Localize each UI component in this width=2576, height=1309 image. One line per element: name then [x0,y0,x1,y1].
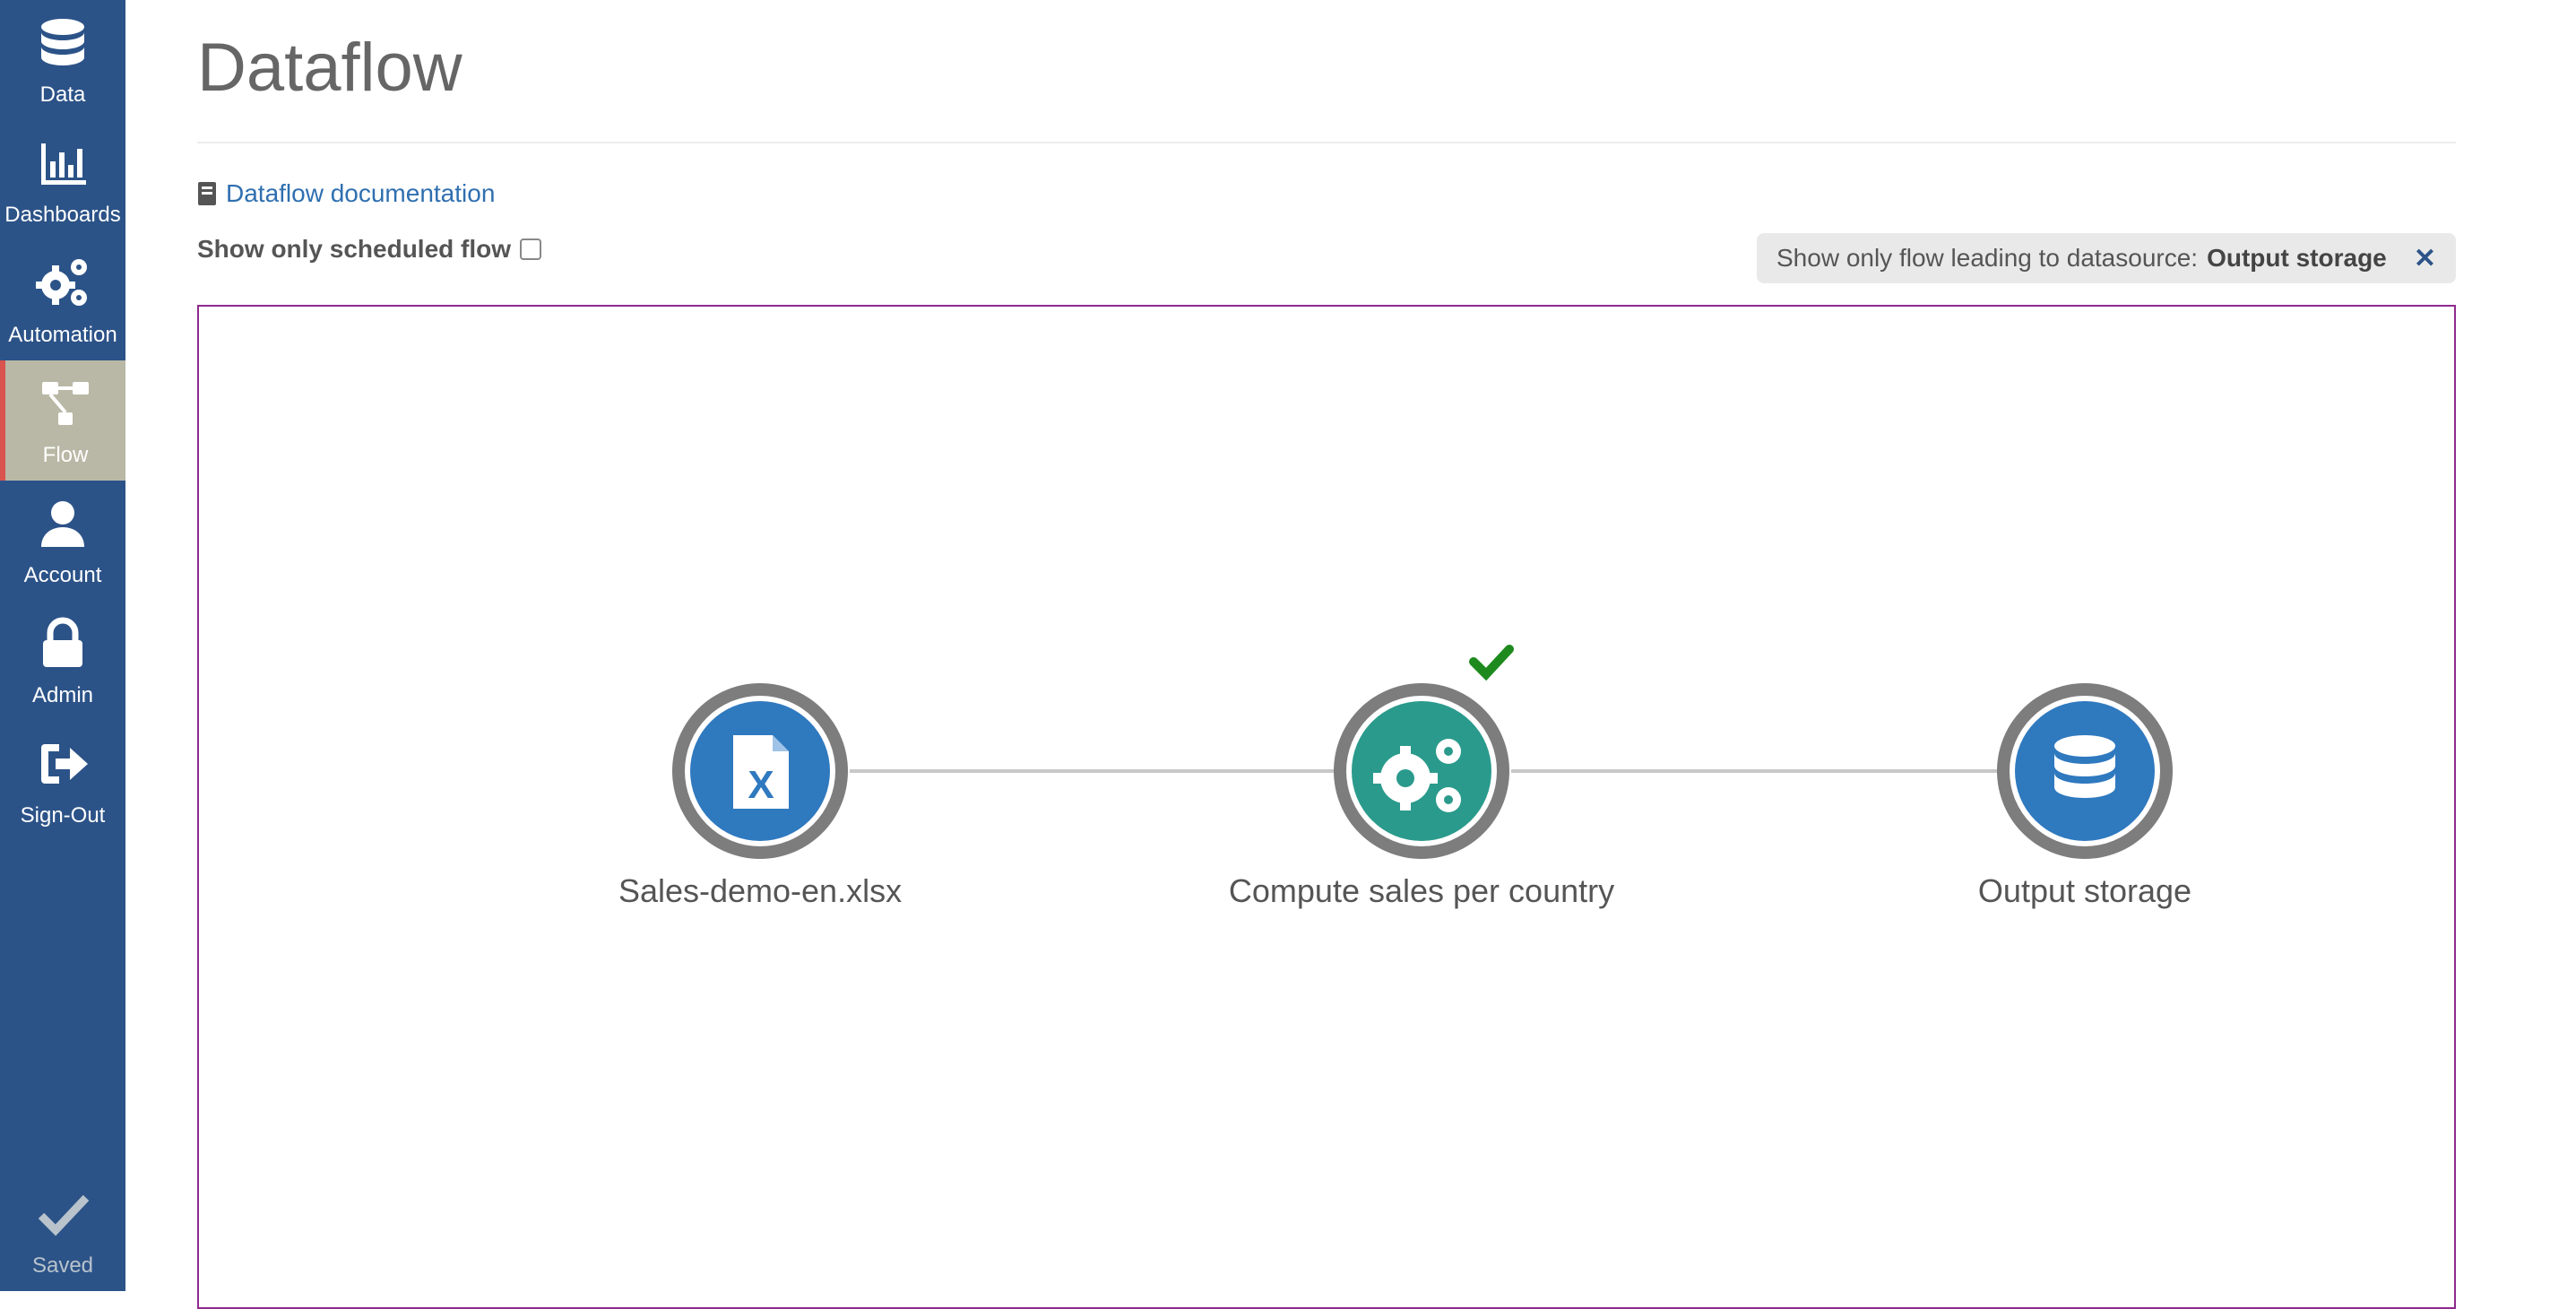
check-icon [38,1194,90,1236]
sidebar-item-admin[interactable]: Admin [0,601,125,721]
sidebar-item-sign-out[interactable]: Sign-Out [0,721,125,841]
gears-icon [36,259,87,306]
success-check-icon [1469,645,1514,681]
user-icon [41,501,84,547]
sign-out-icon [41,744,88,784]
flow-canvas[interactable]: X Sales-demo-en.xlsx Compute sales per c… [197,305,2456,1309]
node-label: Compute sales per country [1229,872,1614,909]
flow-node-excel-file[interactable]: X Sales-demo-en.xlsx [618,683,902,909]
sidebar-item-label: Flow [42,443,89,467]
node-label: Output storage [1978,872,2191,909]
bar-chart-icon [41,143,86,185]
title-divider [197,142,2456,143]
excel-file-icon: X [733,735,789,809]
svg-text:X: X [748,763,774,807]
close-icon[interactable]: ✕ [2414,243,2436,274]
sidebar-item-automation[interactable]: Automation [0,240,125,360]
flow-node-datasource[interactable]: Output storage [1978,683,2191,909]
sidebar-item-label: Automation [8,323,117,347]
documentation-link-label: Dataflow documentation [226,179,496,207]
flow-graph[interactable]: X Sales-demo-en.xlsx Compute sales per c… [199,307,2458,1293]
sidebar-item-label: Dashboards [4,203,121,227]
saved-status-label: Saved [31,1253,94,1278]
scheduled-flow-checkbox[interactable] [520,238,542,260]
sidebar-item-account[interactable]: Account [0,481,125,601]
page-title: Dataflow [197,30,462,106]
sidebar-item-dashboards[interactable]: Dashboards [0,120,125,240]
datasource-filter-badge: Show only flow leading to datasource: Ou… [1757,233,2456,283]
node-label: Sales-demo-en.xlsx [618,872,902,909]
sidebar: Data Dashboards Automation Flow Account … [0,0,125,1291]
documentation-link[interactable]: Dataflow documentation [197,179,495,208]
lock-icon [43,617,82,667]
scheduled-flow-filter[interactable]: Show only scheduled flow [197,235,542,264]
flow-node-automation[interactable]: Compute sales per country [1229,645,1614,909]
saved-status: Saved [0,1171,125,1291]
scheduled-flow-label: Show only scheduled flow [197,235,512,263]
sidebar-item-flow[interactable]: Flow [0,360,125,481]
sidebar-item-label: Admin [31,683,94,707]
sidebar-item-label: Sign-Out [20,803,106,828]
book-icon [198,182,216,205]
datasource-filter-prefix: Show only flow leading to datasource: [1776,244,2199,272]
database-icon [41,19,84,65]
database-icon [2054,735,2115,798]
sidebar-item-label: Account [23,563,102,587]
sidebar-item-label: Data [39,82,86,107]
flow-icon [42,382,89,425]
sidebar-item-data[interactable]: Data [0,0,125,120]
datasource-filter-name: Output storage [2207,244,2387,272]
